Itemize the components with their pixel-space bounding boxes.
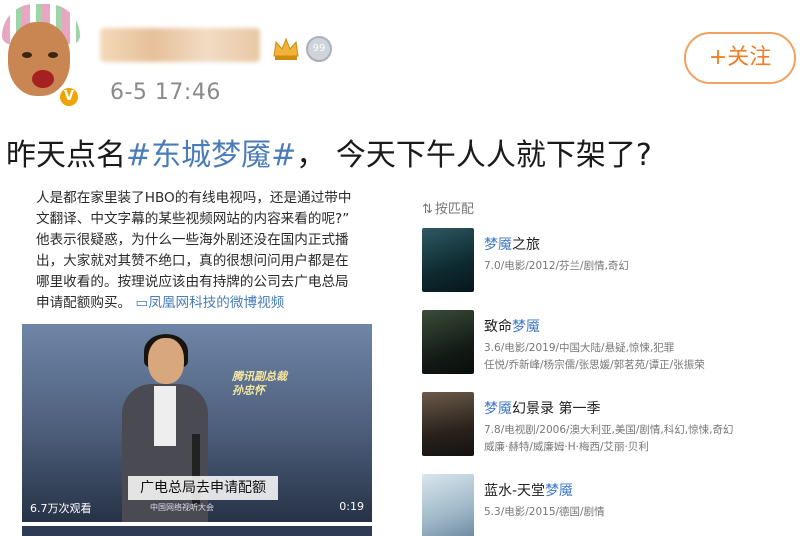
article-text: 人是都在家里装了HBO的有线电视吗，还是通过带中 文翻译、中文字幕的某些视频网站…: [36, 188, 376, 314]
hashtag-link[interactable]: #东城梦魇#: [126, 138, 296, 173]
result-title: 蓝水-天堂梦魇: [484, 483, 574, 499]
result-item[interactable]: 蓝水-天堂梦魇 5.3/电影/2015/德国/剧情: [422, 474, 792, 536]
avatar-face: [8, 22, 70, 96]
result-item[interactable]: 梦魇之旅 7.0/电影/2012/芬兰/剧情,奇幻: [422, 228, 792, 302]
video-caption: 广电总局去申请配额: [128, 476, 278, 500]
poster-image: [422, 392, 474, 456]
video-player[interactable]: 腾讯副总裁 孙忠怀 广电总局去申请配额 中国网络视听大会 6.7万次观看 0:1…: [22, 324, 372, 522]
result-item[interactable]: 梦魇幻景录 第一季 7.8/电视剧/2006/澳大利亚,美国/剧情,科幻,惊悚,…: [422, 392, 792, 466]
post-timestamp: 6-5 17:46: [110, 80, 221, 105]
verified-icon: V: [58, 86, 80, 108]
avatar-eye-right: [48, 52, 58, 58]
avatar-mouth: [32, 70, 54, 88]
result-title: 梦魇幻景录 第一季: [484, 401, 601, 417]
post-text-after: ， 今天下午人人就下架了?: [296, 138, 652, 173]
article-image[interactable]: 人是都在家里装了HBO的有线电视吗，还是通过带中 文翻译、中文字幕的某些视频网站…: [0, 188, 408, 536]
post-text-before: 昨天点名: [6, 138, 126, 173]
result-meta: 7.8/电视剧/2006/澳大利亚,美国/剧情,科幻,惊悚,奇幻 威廉·赫特/威廉…: [484, 424, 734, 453]
poster-image: [422, 474, 474, 536]
result-title: 梦魇之旅: [484, 237, 540, 253]
sort-icon: ⇅: [422, 202, 433, 217]
next-video-strip: [22, 526, 372, 536]
follow-button[interactable]: +关注: [684, 32, 796, 84]
result-item[interactable]: 致命梦魇 3.6/电影/2019/中国大陆/悬疑,惊悚,犯罪 任悦/乔新峰/杨宗儒…: [422, 310, 792, 384]
medal-icon: 99: [306, 36, 332, 62]
article-line: 他表示很疑惑，为什么一些海外剧还没在国内正式播: [36, 232, 349, 248]
username-blurred[interactable]: [100, 28, 260, 62]
result-title: 致命梦魇: [484, 319, 540, 335]
poster-image: [422, 310, 474, 374]
article-line: 申请配额购买。 ▭凤凰网科技的微博视频: [36, 295, 285, 311]
video-source-link[interactable]: ▭凤凰网科技的微博视频: [135, 295, 284, 311]
video-subcaption: 中国网络视听大会: [150, 503, 214, 512]
poster-image: [422, 228, 474, 292]
view-count: 6.7万次观看: [30, 502, 92, 515]
result-meta: 7.0/电影/2012/芬兰/剧情,奇幻: [484, 260, 629, 272]
article-line: 文翻译、中文字幕的某些视频网站的内容来看的呢?”: [36, 211, 350, 227]
user-avatar[interactable]: V: [2, 4, 84, 108]
result-meta: 3.6/电影/2019/中国大陆/悬疑,惊悚,犯罪 任悦/乔新峰/杨宗儒/张思媛/…: [484, 342, 705, 371]
avatar-eye-left: [22, 52, 32, 58]
article-line: 人是都在家里装了HBO的有线电视吗，还是通过带中: [36, 190, 352, 206]
speaker-title-card: 腾讯副总裁 孙忠怀: [232, 370, 287, 397]
sort-selector[interactable]: ⇅ 按匹配: [422, 198, 474, 217]
article-line: 出，大家就对其赞不绝口，真的很想问问用户都是在: [36, 253, 349, 269]
result-meta: 5.3/电影/2015/德国/剧情: [484, 506, 605, 518]
post-text: 昨天点名#东城梦魇#， 今天下午人人就下架了?: [6, 130, 652, 174]
crown-icon: [273, 37, 299, 60]
search-results-image[interactable]: ⇅ 按匹配 梦魇之旅 7.0/电影/2012/芬兰/剧情,奇幻 致命梦魇 3.6/…: [414, 188, 800, 536]
video-duration: 0:19: [339, 500, 364, 513]
article-line: 哪里收看的。按理说应该由有持牌的公司去广电总局: [36, 274, 349, 290]
